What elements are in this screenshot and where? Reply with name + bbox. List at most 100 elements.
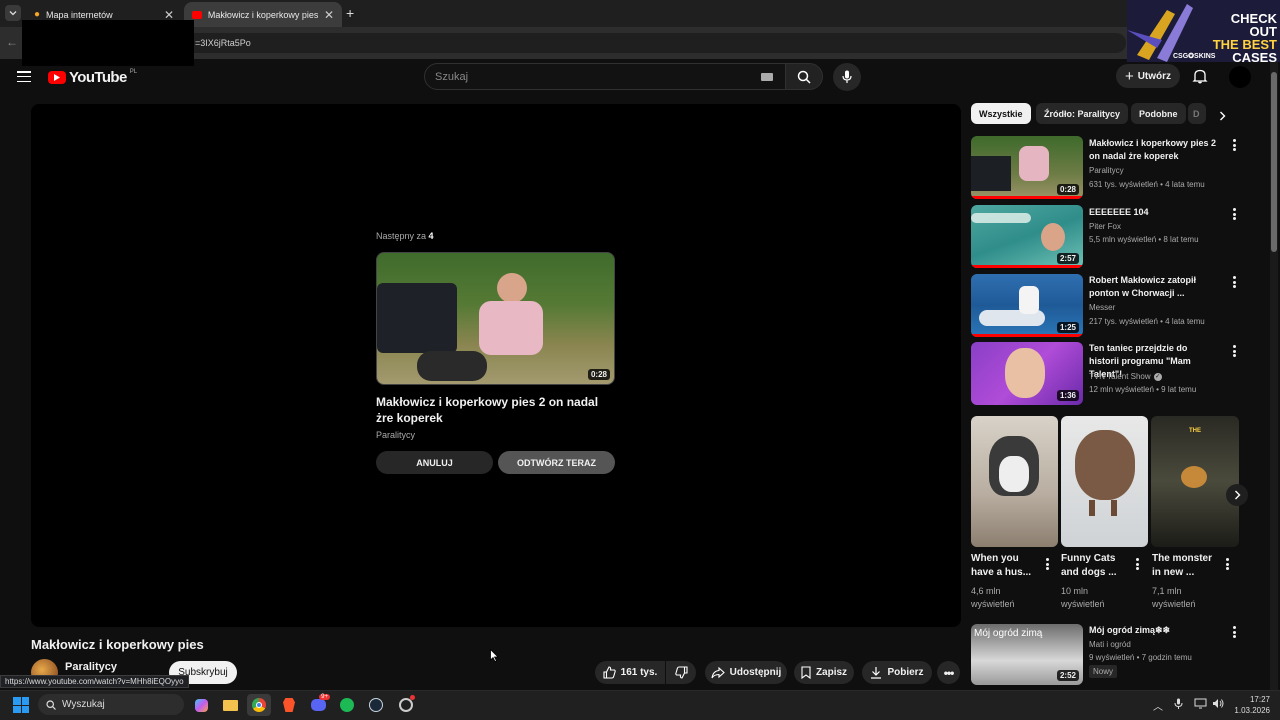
- short-thumbnail[interactable]: [1061, 416, 1148, 547]
- file-explorer-icon[interactable]: [218, 694, 242, 716]
- thumbs-down-icon: [674, 666, 688, 679]
- like-count: 161 tys.: [620, 667, 658, 678]
- rec-thumbnail[interactable]: 0:28: [971, 136, 1083, 199]
- shorts-next-button[interactable]: [1226, 484, 1248, 506]
- watched-progress: [971, 196, 1083, 199]
- more-vert-icon[interactable]: [1231, 626, 1237, 638]
- promo-banner[interactable]: CHECK OUT THE BEST CASES CSG✪SKINS: [1127, 0, 1280, 62]
- link-status-bar: https://www.youtube.com/watch?v=MHh8iEQO…: [0, 675, 189, 688]
- rec-channel[interactable]: Messer: [1089, 303, 1115, 312]
- taskbar-search[interactable]: Wyszukaj: [38, 694, 184, 715]
- chip-related[interactable]: Podobne: [1131, 103, 1186, 124]
- chip-partial[interactable]: D: [1188, 103, 1206, 124]
- map-pin-icon: ●: [34, 9, 41, 20]
- rec-channel[interactable]: TVN Talent Show ✓: [1089, 372, 1162, 381]
- start-button[interactable]: [13, 697, 29, 713]
- chip-source[interactable]: Źródło: Paralitycy: [1036, 103, 1129, 124]
- region-label: PL: [129, 69, 138, 75]
- brave-icon[interactable]: [277, 694, 301, 716]
- tab-title: Makłowicz i koperkowy pies - Y: [207, 9, 318, 20]
- short-title[interactable]: Funny Cats and dogs ...: [1061, 552, 1123, 580]
- save-button[interactable]: Zapisz: [794, 661, 854, 684]
- dislike-button[interactable]: [666, 661, 696, 684]
- short-stats: 4,6 mln wyświetleń: [971, 585, 1015, 611]
- rec-title[interactable]: Robert Makłowicz zatopił ponton w Chorwa…: [1089, 274, 1219, 300]
- voice-search-button[interactable]: [833, 63, 861, 91]
- download-button[interactable]: Pobierz: [862, 661, 932, 684]
- more-vert-icon[interactable]: [1231, 139, 1237, 151]
- verified-icon: ✓: [1153, 372, 1162, 381]
- watched-progress: [971, 265, 1083, 268]
- more-vert-icon[interactable]: [1231, 208, 1237, 220]
- search-button[interactable]: [785, 63, 823, 90]
- rec-channel[interactable]: Paralitycy: [1089, 166, 1124, 175]
- short-title[interactable]: When you have a hus...: [971, 552, 1033, 580]
- short-views: 7,1 mln: [1152, 586, 1182, 596]
- more-vert-icon[interactable]: [1231, 276, 1237, 288]
- volume-icon[interactable]: [1212, 698, 1224, 709]
- rec-title[interactable]: Mój ogród zimą❄❄: [1089, 624, 1219, 637]
- chrome-icon[interactable]: [247, 694, 271, 716]
- play-now-button[interactable]: ODTWÓRZ TERAZ: [498, 451, 615, 474]
- next-video-thumbnail[interactable]: 0:28: [376, 252, 615, 385]
- more-vert-icon[interactable]: [1044, 558, 1050, 570]
- more-horizontal-icon: •••: [943, 665, 955, 680]
- chips-next-button[interactable]: [1212, 106, 1232, 126]
- more-vert-icon[interactable]: [1224, 558, 1230, 570]
- microphone-icon[interactable]: [1174, 698, 1183, 710]
- more-vert-icon[interactable]: [1134, 558, 1140, 570]
- account-avatar[interactable]: [1229, 66, 1251, 88]
- tab-search-button[interactable]: [5, 5, 21, 21]
- rec-stats: 9 wyświetleń • 7 godzin temu: [1089, 653, 1192, 662]
- share-button[interactable]: Udostępnij: [705, 661, 787, 684]
- plus-icon: +: [1124, 67, 1134, 85]
- rec-thumbnail[interactable]: 1:36: [971, 342, 1083, 405]
- youtube-logo[interactable]: YouTube PL: [48, 69, 137, 86]
- download-icon: [871, 667, 882, 679]
- rec-thumbnail[interactable]: 2:57: [971, 205, 1083, 268]
- create-button[interactable]: + Utwórz: [1116, 64, 1180, 88]
- rec-thumbnail[interactable]: 1:25: [971, 274, 1083, 337]
- rec-title[interactable]: EEEEEEE 104: [1089, 206, 1219, 219]
- new-tab-button[interactable]: +: [346, 5, 354, 21]
- notifications-button[interactable]: [1192, 68, 1208, 84]
- rec-channel[interactable]: Piter Fox: [1089, 222, 1121, 231]
- next-video-title[interactable]: Makłowicz i koperkowy pies 2 on nadal żr…: [376, 394, 616, 426]
- steam-icon[interactable]: [364, 694, 388, 716]
- short-thumbnail[interactable]: [971, 416, 1058, 547]
- search-input[interactable]: Szukaj: [424, 63, 786, 90]
- display-icon[interactable]: [1194, 698, 1207, 709]
- thumbs-up-icon: [603, 666, 616, 679]
- discord-icon[interactable]: 9+: [306, 694, 330, 716]
- tray-chevron-icon[interactable]: ︿: [1153, 698, 1163, 713]
- clock[interactable]: 17:27 1.03.2026: [1228, 694, 1270, 716]
- page-scrollbar[interactable]: [1270, 62, 1278, 690]
- keyboard-icon[interactable]: [761, 73, 773, 81]
- spotify-icon[interactable]: [335, 694, 359, 716]
- back-button[interactable]: ←: [6, 35, 18, 49]
- microphone-icon: [842, 70, 852, 83]
- more-actions-button[interactable]: •••: [937, 661, 960, 684]
- menu-icon[interactable]: [17, 71, 31, 82]
- chevron-down-icon: [9, 11, 17, 16]
- duration-badge: 0:28: [587, 369, 610, 380]
- copilot-icon[interactable]: [189, 694, 213, 716]
- more-vert-icon[interactable]: [1231, 345, 1237, 357]
- share-label: Udostępnij: [729, 667, 782, 678]
- tab-youtube[interactable]: Makłowicz i koperkowy pies - Y ✕: [184, 2, 342, 27]
- chevron-right-icon: [1219, 111, 1225, 121]
- cancel-autoplay-button[interactable]: ANULUJ: [376, 451, 493, 474]
- rec-thumbnail[interactable]: Mój ogród zimą 2:52: [971, 624, 1083, 685]
- duration-badge: 0:28: [1056, 184, 1079, 195]
- channel-name[interactable]: Paralitycy: [65, 661, 117, 673]
- close-tab-icon[interactable]: ✕: [324, 8, 334, 22]
- rec-title[interactable]: Makłowicz i koperkowy pies 2 on nadal żr…: [1089, 137, 1219, 163]
- app-icon[interactable]: [394, 694, 418, 716]
- rec-channel[interactable]: Mati i ogród: [1089, 640, 1131, 649]
- search-icon: [46, 699, 56, 710]
- short-thumbnail[interactable]: THE: [1151, 416, 1239, 547]
- chip-all[interactable]: Wszystkie: [971, 103, 1031, 124]
- next-prefix: Następny za: [376, 231, 427, 241]
- short-title[interactable]: The monster in new ...: [1152, 552, 1214, 580]
- like-button[interactable]: 161 tys.: [595, 661, 665, 684]
